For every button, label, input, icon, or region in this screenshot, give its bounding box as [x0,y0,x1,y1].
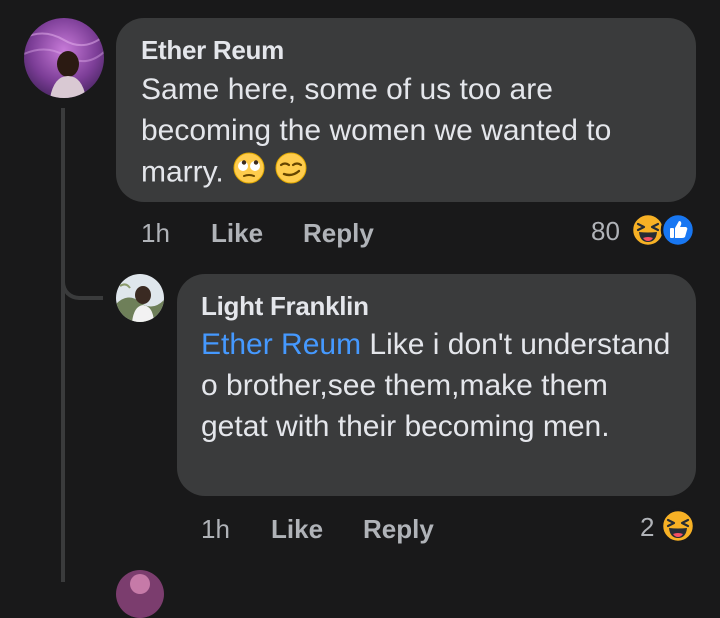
avatar[interactable] [24,18,104,98]
reaction-count[interactable]: 2 [640,512,654,543]
like-button[interactable]: Like [211,218,263,249]
reply-button[interactable]: Reply [363,514,434,545]
thread-line-vertical [61,108,65,582]
like-reaction-icon[interactable] [660,212,696,253]
comment-author[interactable]: Light Franklin [201,291,369,322]
comment-timestamp[interactable]: 1h [141,218,170,249]
reaction-count[interactable]: 80 [591,216,620,247]
smirking-face-icon [274,151,308,196]
face-with-rolling-eyes-icon [232,151,266,196]
thread-line-branch [61,250,103,300]
comment-author[interactable]: Ether Reum [141,35,284,66]
comment-text: Ether Reum Like i don't understand o bro… [201,324,671,447]
comment-text-body: Same here, some of us too are becoming t… [141,73,612,189]
avatar[interactable] [116,274,164,322]
like-button[interactable]: Like [271,514,323,545]
comment-text: Same here, some of us too are becoming t… [141,69,671,196]
haha-reaction-icon[interactable] [660,508,696,549]
avatar[interactable] [116,570,164,618]
reply-button[interactable]: Reply [303,218,374,249]
mention-link[interactable]: Ether Reum [201,328,361,361]
comment-timestamp[interactable]: 1h [201,514,230,545]
